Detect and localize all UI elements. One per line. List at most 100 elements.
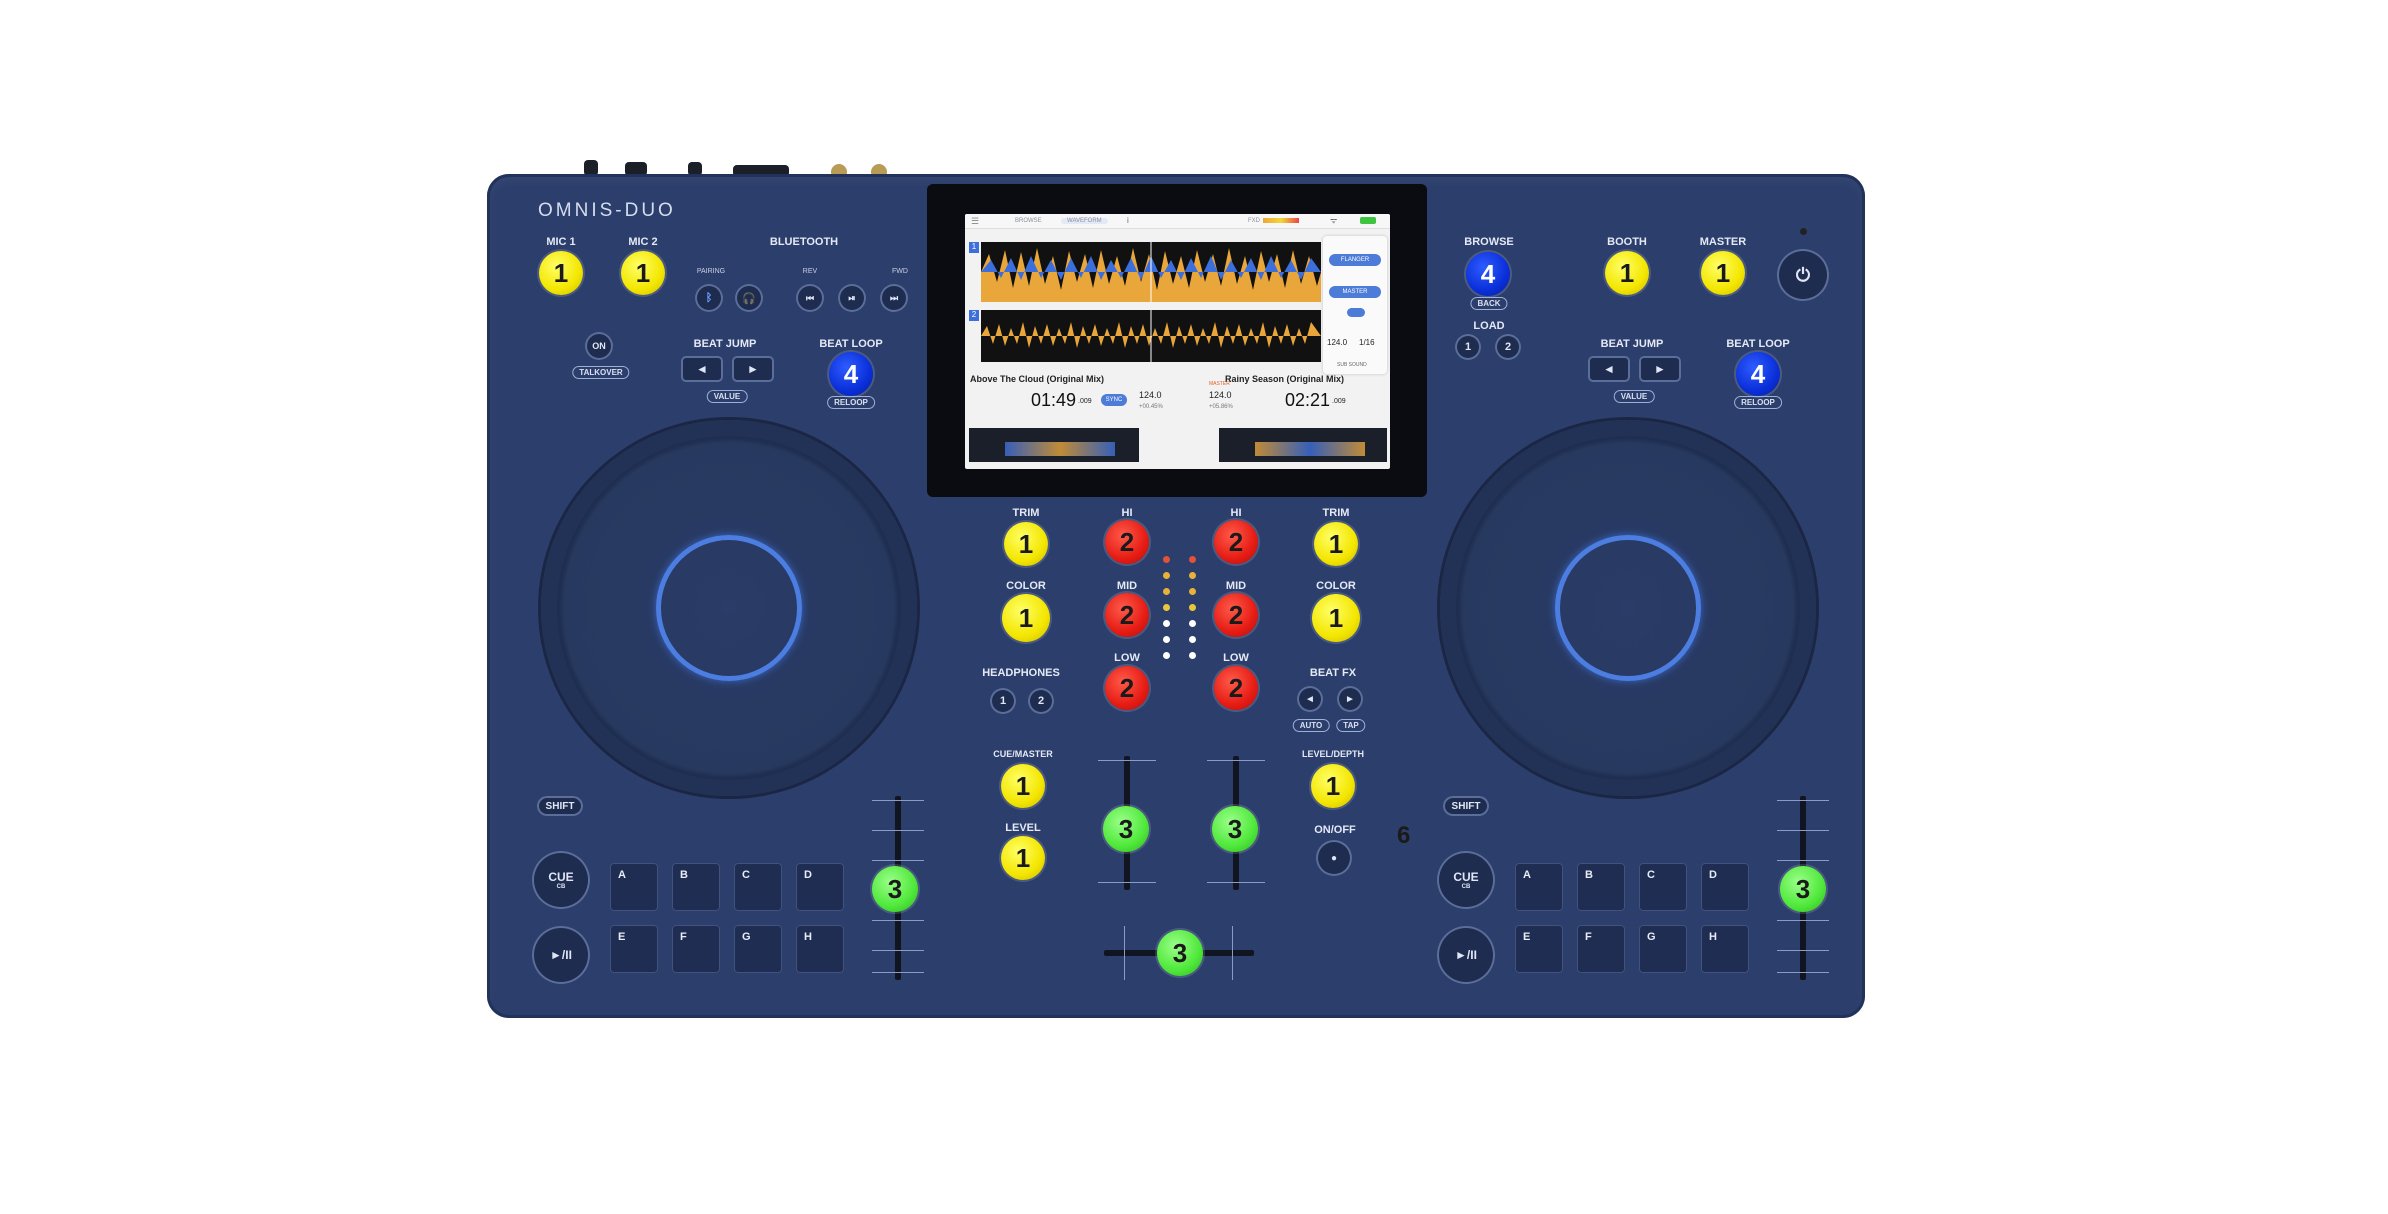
browse-knob[interactable]: 4 <box>1466 252 1510 296</box>
beat-fx-left-button[interactable]: ◄ <box>1297 686 1323 712</box>
left-pad-a[interactable]: A <box>610 863 658 911</box>
tab-waveform[interactable]: WAVEFORM <box>1061 218 1108 224</box>
bt-rev-button[interactable]: ⏮ <box>796 284 824 312</box>
right-beat-jump-left-button[interactable]: ◄ <box>1588 356 1630 382</box>
color-right-knob[interactable]: 1 <box>1312 594 1360 642</box>
booth-knob[interactable]: 1 <box>1605 251 1649 295</box>
crossfader[interactable]: 3 <box>1157 930 1203 976</box>
left-tempo-fader[interactable]: 3 <box>872 866 918 912</box>
deck1-pitch: +00.45% <box>1139 404 1163 410</box>
level-knob[interactable]: 1 <box>1001 836 1045 880</box>
level-depth-knob[interactable]: 1 <box>1311 764 1355 808</box>
headphone-bt-button[interactable]: 🎧 <box>735 284 763 312</box>
mic1-knob[interactable]: 1 <box>539 251 583 295</box>
right-shift-button[interactable]: SHIFT <box>1443 796 1489 816</box>
tempo-tick <box>1777 800 1829 801</box>
deck2-time: 02:21 <box>1285 390 1331 410</box>
mic1-label: MIC 1 <box>546 236 576 248</box>
load2-button[interactable]: 2 <box>1495 334 1521 360</box>
left-play-pause-button[interactable]: ►/II <box>532 926 590 984</box>
tab-browse[interactable]: BROWSE <box>1015 218 1042 224</box>
right-play-pause-button[interactable]: ►/II <box>1437 926 1495 984</box>
left-pad-e[interactable]: E <box>610 925 658 973</box>
tap-label: TAP <box>1336 719 1366 732</box>
left-pad-b[interactable]: B <box>672 863 720 911</box>
hi-right-label: HI <box>1230 507 1242 519</box>
left-jog-wheel[interactable] <box>541 420 917 796</box>
bluetooth-pairing-button[interactable]: ᛒ <box>695 284 723 312</box>
display-screen[interactable]: ☰ BROWSE WAVEFORM i FXD ᯤ 1 2 FLANGER MA… <box>965 214 1390 469</box>
talkover-on-button[interactable]: ON <box>585 332 613 360</box>
trim-right-knob[interactable]: 1 <box>1314 522 1358 566</box>
deck1-track-title: Above The Cloud (Original Mix) <box>970 374 1105 384</box>
right-pad-h[interactable]: H <box>1701 925 1749 973</box>
color-left-knob[interactable]: 1 <box>1002 594 1050 642</box>
deck2-pitch: +05.86% <box>1209 404 1233 410</box>
bt-fwd-button[interactable]: ⏭ <box>880 284 908 312</box>
trim-left-label: TRIM <box>1012 507 1040 519</box>
fx-flanger-button[interactable]: FLANGER <box>1329 254 1381 266</box>
right-beat-jump-right-button[interactable]: ► <box>1639 356 1681 382</box>
load1-button[interactable]: 1 <box>1455 334 1481 360</box>
right-cue-button[interactable]: CUE CB <box>1437 851 1495 909</box>
deck1-overview-fill <box>1005 442 1115 456</box>
beat-fx-right-button[interactable]: ► <box>1337 686 1363 712</box>
channel2-fader[interactable]: 3 <box>1212 806 1258 852</box>
low-right-knob[interactable]: 2 <box>1214 666 1258 710</box>
level-meter-left <box>1163 556 1171 671</box>
right-tempo-fader[interactable]: 3 <box>1780 866 1826 912</box>
deck2-bpm: 124.0 <box>1209 390 1232 400</box>
info-icon[interactable]: i <box>1127 216 1129 225</box>
fx-on-off-label: ON/OFF <box>1314 824 1356 836</box>
beat-loop-knob[interactable]: 4 <box>829 352 873 396</box>
level-meter-right <box>1189 556 1197 671</box>
headphones-cue2-button[interactable]: 2 <box>1028 688 1054 714</box>
right-pad-d[interactable]: D <box>1701 863 1749 911</box>
low-left-knob[interactable]: 2 <box>1105 666 1149 710</box>
beat-jump-right-button[interactable]: ► <box>732 356 774 382</box>
right-pad-b[interactable]: B <box>1577 863 1625 911</box>
left-pad-c[interactable]: C <box>734 863 782 911</box>
hi-left-knob[interactable]: 2 <box>1105 520 1149 564</box>
meter-led <box>1163 620 1170 627</box>
fx-on-off-button[interactable]: ● <box>1316 840 1352 876</box>
power-led <box>1800 228 1807 235</box>
deck1-waveform <box>981 242 1321 302</box>
hi-right-knob[interactable]: 2 <box>1214 520 1258 564</box>
low-right-label: LOW <box>1223 652 1249 664</box>
bt-play-button[interactable]: ⏯ <box>838 284 866 312</box>
brand-logo: OMNIS-DUO <box>538 200 676 221</box>
master-knob[interactable]: 1 <box>1701 251 1745 295</box>
fx-master-button[interactable]: MASTER <box>1329 286 1381 298</box>
trim-left-knob[interactable]: 1 <box>1004 522 1048 566</box>
left-cue-button[interactable]: CUE CB <box>532 851 590 909</box>
mic2-knob[interactable]: 1 <box>621 251 665 295</box>
left-pad-h[interactable]: H <box>796 925 844 973</box>
right-beat-loop-knob[interactable]: 4 <box>1736 352 1780 396</box>
fx-toggle[interactable] <box>1347 308 1365 317</box>
mid-left-knob[interactable]: 2 <box>1105 593 1149 637</box>
power-button[interactable]: ⏻ <box>1777 249 1829 301</box>
left-shift-button[interactable]: SHIFT <box>537 796 583 816</box>
channel1-fader[interactable]: 3 <box>1103 806 1149 852</box>
right-jog-wheel[interactable] <box>1440 420 1816 796</box>
left-pad-g[interactable]: G <box>734 925 782 973</box>
fader-tick <box>1098 760 1156 761</box>
sync-button[interactable]: SYNC <box>1101 394 1127 406</box>
mid-right-knob[interactable]: 2 <box>1214 593 1258 637</box>
left-pad-f[interactable]: F <box>672 925 720 973</box>
right-pad-a[interactable]: A <box>1515 863 1563 911</box>
right-pad-f[interactable]: F <box>1577 925 1625 973</box>
bt-rev-label: REV <box>802 268 818 275</box>
right-pad-g[interactable]: G <box>1639 925 1687 973</box>
right-pad-c[interactable]: C <box>1639 863 1687 911</box>
tempo-tick <box>872 920 924 921</box>
left-pad-d[interactable]: D <box>796 863 844 911</box>
right-pad-e[interactable]: E <box>1515 925 1563 973</box>
headphones-cue1-button[interactable]: 1 <box>990 688 1016 714</box>
bt-pairing-label: PAIRING <box>696 268 726 275</box>
cue-master-knob[interactable]: 1 <box>1001 764 1045 808</box>
menu-icon[interactable]: ☰ <box>971 216 979 227</box>
deck2-number: 2 <box>969 310 979 321</box>
beat-jump-left-button[interactable]: ◄ <box>681 356 723 382</box>
